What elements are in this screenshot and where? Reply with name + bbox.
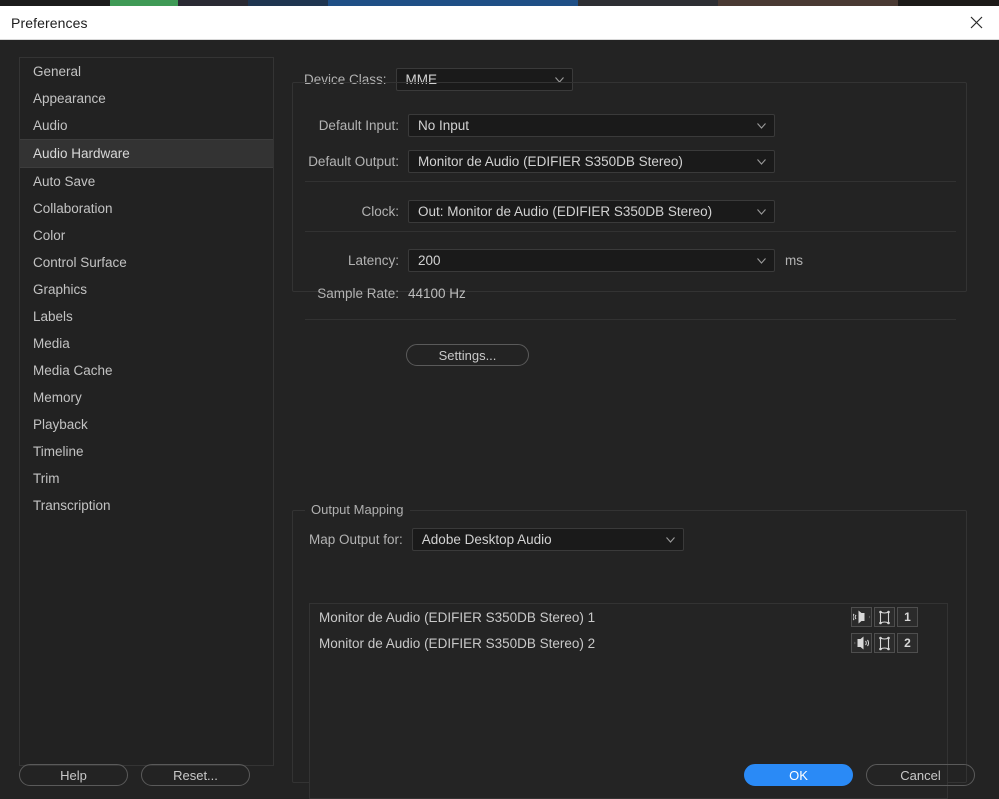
sidebar-item-label: Audio	[33, 118, 68, 133]
sample-rate-value: 44100 Hz	[408, 286, 466, 301]
sidebar-item-label: Graphics	[33, 282, 87, 297]
clock-value: Out: Monitor de Audio (EDIFIER S350DB St…	[409, 204, 738, 219]
pan-stereo-icon[interactable]	[874, 633, 895, 653]
map-output-row: Map Output for: Adobe Desktop Audio	[309, 528, 684, 551]
default-output-label: Default Output:	[305, 154, 399, 169]
default-output-row: Default Output: Monitor de Audio (EDIFIE…	[305, 150, 775, 173]
sidebar-item-transcription[interactable]: Transcription	[20, 492, 273, 519]
chevron-down-icon	[666, 537, 675, 543]
output-mapping-label: Output Mapping	[305, 502, 410, 517]
preferences-content-pane: Device Class: MME Default Input: No Inpu…	[292, 57, 982, 766]
sidebar-item-collaboration[interactable]: Collaboration	[20, 195, 273, 222]
default-input-row: Default Input: No Input	[305, 114, 775, 137]
output-mapping-controls: 2	[851, 633, 918, 653]
audio-settings-button[interactable]: Settings...	[406, 344, 529, 366]
default-input-value: No Input	[409, 118, 495, 133]
clock-select[interactable]: Out: Monitor de Audio (EDIFIER S350DB St…	[408, 200, 775, 223]
sample-rate-label: Sample Rate:	[305, 286, 399, 301]
sidebar-item-color[interactable]: Color	[20, 222, 273, 249]
divider	[305, 181, 956, 182]
sidebar-item-audio-hardware[interactable]: Audio Hardware	[20, 139, 273, 168]
sidebar-item-label: Control Surface	[33, 255, 127, 270]
output-mapping-row[interactable]: Monitor de Audio (EDIFIER S350DB Stereo)…	[310, 604, 947, 630]
output-mapping-row[interactable]: Monitor de Audio (EDIFIER S350DB Stereo)…	[310, 630, 947, 656]
clock-row: Clock: Out: Monitor de Audio (EDIFIER S3…	[305, 200, 775, 223]
sidebar-item-label: General	[33, 64, 81, 79]
sidebar-item-label: Memory	[33, 390, 82, 405]
help-button[interactable]: Help	[19, 764, 128, 786]
latency-unit-label: ms	[785, 253, 803, 268]
sidebar-item-label: Audio Hardware	[33, 146, 130, 161]
output-mapping-group: Output Mapping Map Output for: Adobe Des…	[292, 510, 967, 783]
dialog-body: General Appearance Audio Audio Hardware Auto…	[0, 40, 999, 794]
sidebar-item-control-surface[interactable]: Control Surface	[20, 249, 273, 276]
sidebar-item-label: Playback	[33, 417, 88, 432]
sidebar-item-appearance[interactable]: Appearance	[20, 85, 273, 112]
sidebar-item-label: Appearance	[33, 91, 106, 106]
sidebar-item-label: Labels	[33, 309, 73, 324]
sidebar-item-label: Auto Save	[33, 174, 95, 189]
sidebar-item-general[interactable]: General	[20, 58, 273, 85]
reset-button[interactable]: Reset...	[141, 764, 250, 786]
pan-stereo-icon[interactable]	[874, 607, 895, 627]
output-mapping-row-label: Monitor de Audio (EDIFIER S350DB Stereo)…	[319, 610, 595, 625]
latency-select[interactable]: 200	[408, 249, 775, 272]
latency-value: 200	[409, 253, 467, 268]
divider	[305, 319, 956, 320]
sidebar-item-labels[interactable]: Labels	[20, 303, 273, 330]
sample-rate-row: Sample Rate: 44100 Hz	[305, 286, 466, 301]
latency-label: Latency:	[305, 253, 399, 268]
cancel-button[interactable]: Cancel	[866, 764, 975, 786]
device-settings-group: Default Input: No Input Default Output: …	[292, 82, 967, 292]
divider	[305, 231, 956, 232]
output-mapping-row-label: Monitor de Audio (EDIFIER S350DB Stereo)…	[319, 636, 595, 651]
default-output-select[interactable]: Monitor de Audio (EDIFIER S350DB Stereo)	[408, 150, 775, 173]
dialog-footer: Help Reset... OK Cancel	[0, 753, 999, 794]
map-output-value: Adobe Desktop Audio	[413, 532, 578, 547]
sidebar-item-graphics[interactable]: Graphics	[20, 276, 273, 303]
sidebar-item-playback[interactable]: Playback	[20, 411, 273, 438]
latency-row: Latency: 200 ms	[305, 249, 803, 272]
map-output-label: Map Output for:	[309, 532, 403, 547]
sidebar-item-label: Collaboration	[33, 201, 113, 216]
sidebar-item-label: Trim	[33, 471, 60, 486]
output-mapping-controls: 1	[851, 607, 918, 627]
sidebar-item-auto-save[interactable]: Auto Save	[20, 168, 273, 195]
sidebar-item-label: Media Cache	[33, 363, 113, 378]
speaker-right-icon[interactable]	[851, 633, 872, 653]
chevron-down-icon	[757, 159, 766, 165]
preferences-category-list[interactable]: General Appearance Audio Audio Hardware Auto…	[19, 57, 274, 766]
sidebar-item-media[interactable]: Media	[20, 330, 273, 357]
sidebar-item-label: Transcription	[33, 498, 111, 513]
sidebar-item-trim[interactable]: Trim	[20, 465, 273, 492]
ok-button[interactable]: OK	[744, 764, 853, 786]
sidebar-item-timeline[interactable]: Timeline	[20, 438, 273, 465]
default-output-value: Monitor de Audio (EDIFIER S350DB Stereo)	[409, 154, 709, 169]
chevron-down-icon	[757, 258, 766, 264]
output-channel-number[interactable]: 2	[897, 633, 918, 653]
sidebar-item-label: Timeline	[33, 444, 84, 459]
default-input-label: Default Input:	[305, 118, 399, 133]
sidebar-item-label: Media	[33, 336, 70, 351]
close-icon[interactable]	[953, 6, 999, 39]
dialog-titlebar: Preferences	[0, 6, 999, 40]
dialog-title: Preferences	[11, 15, 88, 31]
sidebar-item-memory[interactable]: Memory	[20, 384, 273, 411]
map-output-select[interactable]: Adobe Desktop Audio	[412, 528, 684, 551]
output-channel-number[interactable]: 1	[897, 607, 918, 627]
sidebar-item-label: Color	[33, 228, 65, 243]
speaker-left-icon[interactable]	[851, 607, 872, 627]
sidebar-item-audio[interactable]: Audio	[20, 112, 273, 139]
sidebar-item-media-cache[interactable]: Media Cache	[20, 357, 273, 384]
default-input-select[interactable]: No Input	[408, 114, 775, 137]
clock-label: Clock:	[305, 204, 399, 219]
chevron-down-icon	[757, 209, 766, 215]
chevron-down-icon	[757, 123, 766, 129]
